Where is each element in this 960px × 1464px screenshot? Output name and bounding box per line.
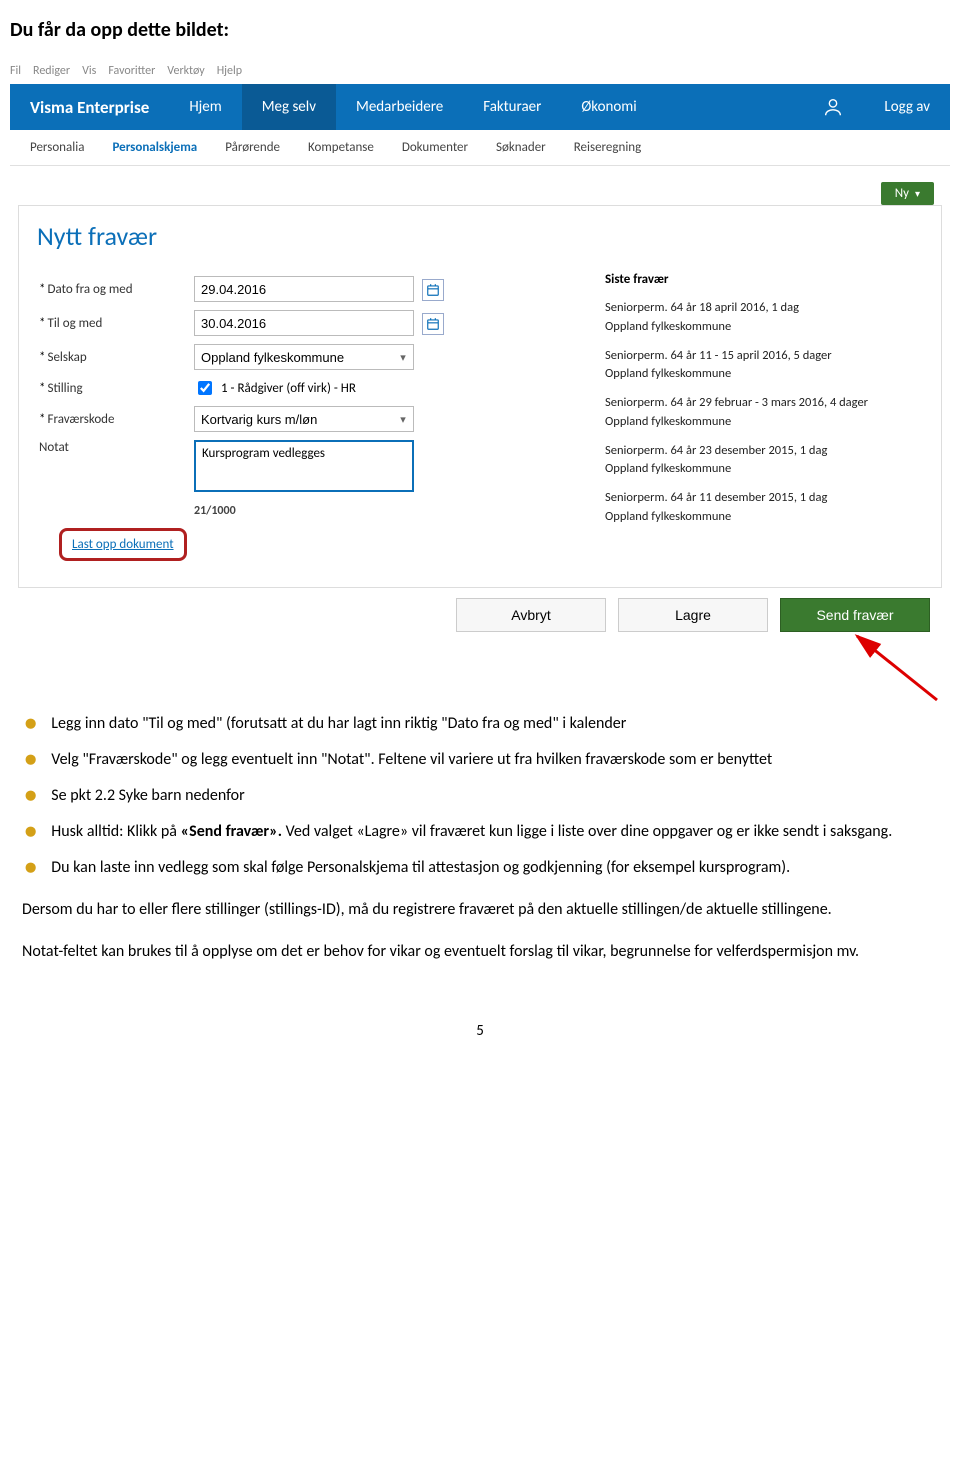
stilling-checkbox[interactable]: 1 - Rådgiver (off virk) - HR	[194, 378, 579, 398]
menu-fil[interactable]: Fil	[10, 64, 21, 78]
paragraph-1: Dersom du har to eller flere stillinger …	[10, 898, 950, 922]
label-selskap: *Selskap	[39, 350, 194, 365]
main-nav: Visma Enterprise Hjem Meg selv Medarbeid…	[10, 84, 950, 130]
nav-fakturaer[interactable]: Fakturaer	[463, 84, 561, 130]
app-menu: Fil Rediger Vis Favoritter Verktøy Hjelp	[10, 58, 950, 84]
siste-fravaer-title: Siste fravær	[605, 272, 923, 287]
nav-meg-selv[interactable]: Meg selv	[242, 84, 336, 130]
chevron-down-icon: ▾	[915, 187, 920, 200]
menu-vis[interactable]: Vis	[82, 64, 96, 78]
notat-textarea[interactable]	[194, 440, 414, 492]
nav-hjem[interactable]: Hjem	[169, 84, 241, 130]
bullet-item: ●Du kan laste inn vedlegg som skal følge…	[24, 856, 936, 880]
ui-screenshot: Fil Rediger Vis Favoritter Verktøy Hjelp…	[10, 58, 950, 692]
siste-item: Seniorperm. 64 år 29 februar - 3 mars 20…	[605, 394, 923, 432]
cancel-button[interactable]: Avbryt	[456, 598, 606, 632]
upload-link[interactable]: Last opp dokument	[59, 528, 187, 561]
page-number: 5	[10, 982, 950, 1064]
doc-intro: Du får da opp dette bildet:	[10, 0, 950, 52]
save-button[interactable]: Lagre	[618, 598, 768, 632]
subnav-personalia[interactable]: Personalia	[30, 140, 84, 155]
siste-item: Seniorperm. 64 år 18 april 2016, 1 dag O…	[605, 299, 923, 337]
siste-item: Seniorperm. 64 år 23 desember 2015, 1 da…	[605, 442, 923, 480]
send-button[interactable]: Send fravær	[780, 598, 930, 632]
label-date-to: *Til og med	[39, 316, 194, 331]
selskap-select[interactable]	[194, 344, 414, 370]
label-fravkode: *Fraværskode	[39, 412, 194, 427]
bullet-item: ●Legg inn dato "Til og med" (forutsatt a…	[24, 712, 936, 736]
char-count: 21/1000	[194, 504, 579, 518]
left-form: *Dato fra og med *Til og med	[19, 268, 587, 571]
new-button[interactable]: Ny ▾	[881, 182, 934, 205]
nav-medarbeidere[interactable]: Medarbeidere	[336, 84, 463, 130]
subnav-personalskjema[interactable]: Personalskjema	[112, 140, 197, 155]
nav-okonomi[interactable]: Økonomi	[561, 84, 656, 130]
date-to-input[interactable]	[194, 310, 414, 336]
menu-rediger[interactable]: Rediger	[33, 64, 70, 78]
menu-favoritter[interactable]: Favoritter	[108, 64, 155, 78]
bullet-item: ●Husk alltid: Klikk på «Send fravær». Ve…	[24, 820, 936, 844]
subnav-kompetanse[interactable]: Kompetanse	[308, 140, 374, 155]
siste-item: Seniorperm. 64 år 11 desember 2015, 1 da…	[605, 489, 923, 527]
bullet-item: ●Se pkt 2.2 Syke barn nedenfor	[24, 784, 936, 808]
menu-verktoy[interactable]: Verktøy	[167, 64, 204, 78]
subnav-parorende[interactable]: Pårørende	[225, 140, 280, 155]
label-date-from: *Dato fra og med	[39, 282, 194, 297]
calendar-icon[interactable]	[422, 313, 444, 335]
brand-tab[interactable]: Visma Enterprise	[10, 84, 169, 130]
form-panel: Nytt fravær *Dato fra og med *Til og	[18, 205, 942, 588]
log-off[interactable]: Logg av	[864, 84, 950, 130]
date-from-input[interactable]	[194, 276, 414, 302]
buttons-row: Avbryt Lagre Send fravær	[10, 598, 942, 632]
subnav-soknader[interactable]: Søknader	[496, 140, 546, 155]
calendar-icon[interactable]	[422, 279, 444, 301]
stilling-check-label: 1 - Rådgiver (off virk) - HR	[221, 381, 356, 396]
bullet-list: ●Legg inn dato "Til og med" (forutsatt a…	[10, 712, 950, 880]
siste-item: Seniorperm. 64 år 11 - 15 april 2016, 5 …	[605, 347, 923, 385]
subnav-reiseregning[interactable]: Reiseregning	[574, 140, 642, 155]
new-button-label: Ny	[895, 186, 909, 201]
bullet-item: ●Velg "Fraværskode" og legg eventuelt in…	[24, 748, 936, 772]
label-notat: Notat	[39, 440, 194, 455]
right-panel: Siste fravær Seniorperm. 64 år 18 april …	[587, 268, 941, 571]
label-stilling: *Stilling	[39, 381, 194, 396]
menu-hjelp[interactable]: Hjelp	[217, 64, 242, 78]
stilling-check-input[interactable]	[198, 381, 212, 395]
panel-title: Nytt fravær	[19, 206, 941, 268]
person-icon[interactable]	[802, 84, 864, 130]
arrow-annotation	[10, 632, 942, 692]
sub-nav: Personalia Personalskjema Pårørende Komp…	[10, 130, 950, 166]
paragraph-2: Notat-feltet kan brukes til å opplyse om…	[10, 940, 950, 964]
subnav-dokumenter[interactable]: Dokumenter	[402, 140, 468, 155]
fravkode-select[interactable]	[194, 406, 414, 432]
